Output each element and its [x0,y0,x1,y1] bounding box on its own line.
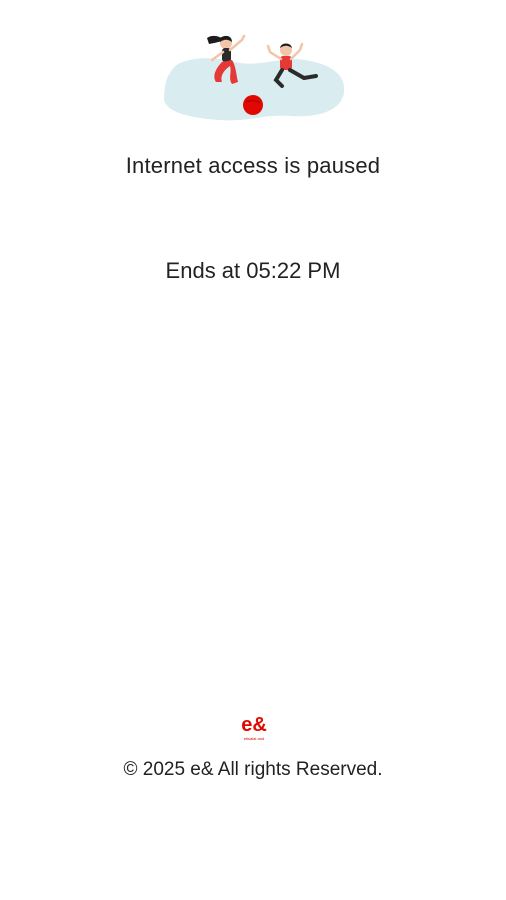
svg-text:e&: e& [241,714,267,736]
paused-screen: Internet access is paused Ends at 05:22 … [0,0,506,900]
ball [243,95,263,115]
paused-title: Internet access is paused [125,153,381,178]
kids-playing-illustration [163,34,345,121]
pause-end-time: Ends at 05:22 PM [165,258,341,283]
e-and-logo: e& etisalat and [241,714,267,741]
svg-text:etisalat and: etisalat and [244,736,264,741]
copyright-text: © 2025 e& All rights Reserved. [123,759,383,780]
